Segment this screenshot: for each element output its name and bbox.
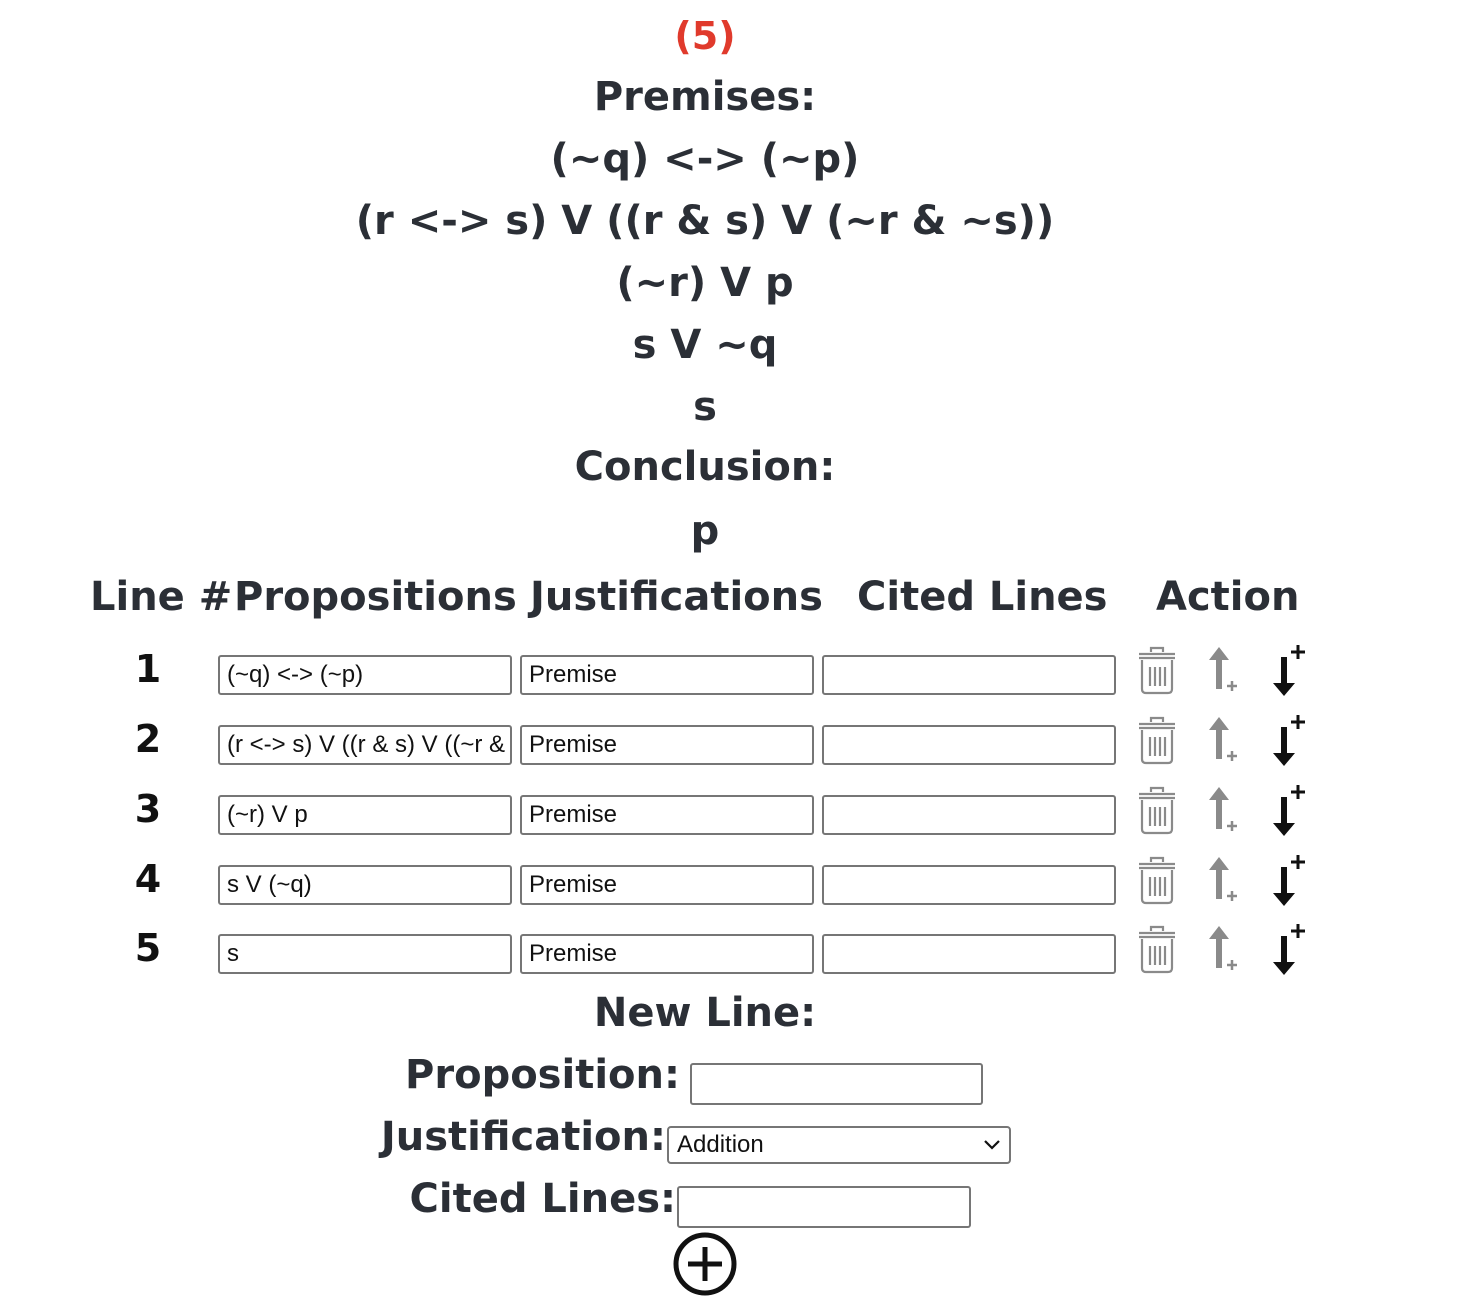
proof-row: 1 (~q) <-> (~p) Premise: [0, 645, 1472, 701]
trash-icon[interactable]: [1136, 715, 1178, 765]
header-propositions: Propositions: [234, 574, 517, 620]
line-number: 5: [134, 926, 162, 970]
cited-lines-field[interactable]: [822, 725, 1116, 765]
proposition-field[interactable]: s V (~q): [218, 865, 512, 905]
premises-heading: Premises:: [593, 74, 817, 120]
proof-row: 3 (~r) V p Premise: [0, 785, 1472, 841]
line-number: 2: [134, 717, 162, 761]
new-cited-lines-input[interactable]: [677, 1186, 971, 1228]
justification-field[interactable]: Premise: [520, 934, 814, 974]
justification-select[interactable]: Addition: [667, 1126, 1011, 1164]
new-proposition-input[interactable]: [690, 1063, 983, 1105]
insert-above-icon[interactable]: [1204, 924, 1244, 974]
cited-lines-field[interactable]: [822, 865, 1116, 905]
proposition-field[interactable]: s: [218, 934, 512, 974]
header-justifications: Justifications: [530, 574, 823, 620]
insert-above-icon[interactable]: [1204, 785, 1244, 835]
insert-above-icon[interactable]: [1204, 715, 1244, 765]
plus-circle-icon[interactable]: [671, 1230, 739, 1298]
cited-lines-field[interactable]: [822, 655, 1116, 695]
justification-field[interactable]: Premise: [520, 865, 814, 905]
proposition-field[interactable]: (~r) V p: [218, 795, 512, 835]
insert-below-icon[interactable]: [1266, 785, 1310, 837]
proposition-field[interactable]: (r <-> s) V ((r & s) V ((~r & ~s)): [218, 725, 512, 765]
proof-row: 5 s Premise: [0, 924, 1472, 980]
trash-icon[interactable]: [1136, 855, 1178, 905]
insert-below-icon[interactable]: [1266, 855, 1310, 907]
proposition-field[interactable]: (~q) <-> (~p): [218, 655, 512, 695]
proposition-label: Proposition:: [405, 1052, 680, 1098]
trash-icon[interactable]: [1136, 785, 1178, 835]
premise-1: (~q) <-> (~p): [550, 136, 860, 182]
header-action: Action: [1156, 574, 1300, 620]
justification-label: Justification:: [380, 1114, 666, 1160]
conclusion-heading: Conclusion:: [574, 444, 836, 490]
premise-2: (r <-> s) V ((r & s) V (~r & ~s)): [355, 198, 1055, 244]
cited-lines-field[interactable]: [822, 934, 1116, 974]
new-line-heading: New Line:: [593, 990, 817, 1036]
cited-lines-field[interactable]: [822, 795, 1116, 835]
trash-icon[interactable]: [1136, 924, 1178, 974]
premise-3: (~r) V p: [616, 260, 794, 306]
insert-below-icon[interactable]: [1266, 924, 1310, 976]
proof-row: 4 s V (~q) Premise: [0, 855, 1472, 911]
chevron-down-icon: [984, 1140, 1000, 1150]
header-cited-lines: Cited Lines: [857, 574, 1108, 620]
insert-above-icon[interactable]: [1204, 645, 1244, 695]
line-number: 4: [134, 857, 162, 901]
justification-selected-value: Addition: [677, 1131, 764, 1158]
line-number: 1: [134, 647, 162, 691]
line-number: 3: [134, 787, 162, 831]
trash-icon[interactable]: [1136, 645, 1178, 695]
insert-above-icon[interactable]: [1204, 855, 1244, 905]
header-line-number: Line #: [90, 574, 233, 620]
premise-4: s V ~q: [632, 322, 778, 368]
insert-below-icon[interactable]: [1266, 715, 1310, 767]
justification-field[interactable]: Premise: [520, 725, 814, 765]
justification-field[interactable]: Premise: [520, 655, 814, 695]
proof-row: 2 (r <-> s) V ((r & s) V ((~r & ~s)) Pre…: [0, 715, 1472, 771]
justification-field[interactable]: Premise: [520, 795, 814, 835]
cited-lines-label: Cited Lines:: [409, 1176, 676, 1222]
premise-5: s: [693, 384, 717, 430]
insert-below-icon[interactable]: [1266, 645, 1310, 697]
conclusion-formula: p: [690, 508, 720, 554]
problem-number: (5): [674, 14, 736, 58]
